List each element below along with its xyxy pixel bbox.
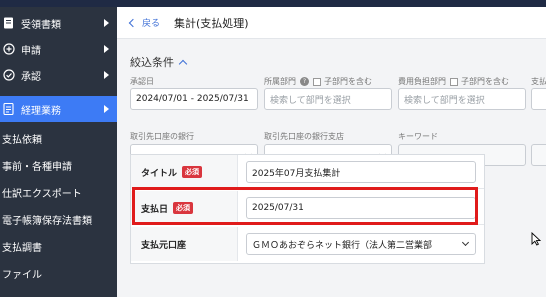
extra-input[interactable] bbox=[531, 144, 546, 166]
cost-department-label-group: 費用負担部門 子部門を含む bbox=[398, 76, 509, 87]
source-account-row: 支払元口座 ＧＭＯあおぞらネット銀行（法人第二営業部 bbox=[131, 227, 484, 261]
page-title: 集計(支払処理) bbox=[174, 17, 249, 30]
sidebar-item-received-documents[interactable]: 受領書類 bbox=[0, 10, 117, 36]
sidebar-subitem-e-book-documents[interactable]: 電子帳簿保存法書類 bbox=[0, 206, 117, 232]
sidebar-subitem-files[interactable]: ファイル bbox=[0, 260, 117, 286]
chevron-up-icon bbox=[178, 59, 188, 68]
help-icon[interactable]: ? bbox=[300, 77, 309, 86]
sidebar: 受領書類 申請 承認 経理業務 支払依頼 事前・各種申請 仕訳エクスポート 電子… bbox=[0, 7, 117, 297]
chevron-down-icon bbox=[461, 238, 470, 247]
approval-date-range-input[interactable]: 2024/07/01 - 2025/07/31 bbox=[130, 88, 258, 110]
sidebar-item-label: 経理業務 bbox=[21, 105, 61, 117]
bank-label: 取引先口座の銀行 bbox=[130, 132, 194, 141]
plus-circle-icon bbox=[2, 43, 15, 56]
branch-label: 取引先口座の銀行支店 bbox=[264, 132, 344, 141]
title-row: タイトル 必須 2025年07月支払集計 bbox=[131, 155, 484, 189]
filter-toggle[interactable]: 絞込条件 bbox=[130, 54, 188, 70]
sidebar-subitem-journal-export[interactable]: 仕訳エクスポート bbox=[0, 179, 117, 205]
chevron-right-icon bbox=[104, 105, 109, 113]
sidebar-item-label: 申請 bbox=[21, 45, 41, 57]
title-input[interactable]: 2025年07月支払集計 bbox=[246, 161, 476, 183]
mouse-cursor-icon bbox=[531, 232, 541, 246]
chevron-right-icon bbox=[104, 71, 109, 79]
approval-date-label: 承認日 bbox=[130, 77, 154, 86]
document-icon bbox=[2, 17, 15, 30]
check-circle-icon bbox=[2, 69, 15, 82]
sidebar-item-accounting[interactable]: 経理業務 bbox=[0, 96, 117, 122]
back-button[interactable]: 戻る bbox=[128, 16, 161, 29]
filter-title: 絞込条件 bbox=[130, 56, 174, 69]
sidebar-item-approve[interactable]: 承認 bbox=[0, 62, 117, 88]
required-badge: 必須 bbox=[182, 166, 203, 178]
department-include-children-label: 子部門を含む bbox=[324, 77, 372, 86]
sidebar-subitem-payment-report[interactable]: 支払調書 bbox=[0, 233, 117, 259]
page-header: 戻る 集計(支払処理) bbox=[117, 7, 546, 39]
main-content: 戻る 集計(支払処理) 絞込条件 承認日 所属部門 ? 子部門を含む 費用負担部… bbox=[117, 7, 546, 297]
payment-label: 支払 bbox=[531, 77, 546, 86]
source-account-value: ＧＭＯあおぞらネット銀行（法人第二営業部 bbox=[252, 240, 433, 251]
cost-department-include-children-checkbox[interactable] bbox=[450, 77, 458, 86]
source-account-label: 支払元口座 bbox=[141, 240, 187, 251]
top-bar bbox=[0, 0, 546, 7]
department-include-children-checkbox[interactable] bbox=[313, 77, 321, 86]
highlight-box bbox=[132, 187, 478, 225]
title-label-cell: タイトル 必須 bbox=[131, 155, 238, 189]
list-icon bbox=[2, 103, 15, 116]
chevron-right-icon bbox=[104, 45, 109, 53]
sidebar-item-apply[interactable]: 申請 bbox=[0, 36, 117, 62]
cost-department-label: 費用負担部門 bbox=[398, 77, 446, 86]
department-search-input[interactable]: 検索して部門を選択 bbox=[264, 88, 392, 110]
cost-department-search-input[interactable]: 検索して部門を選択 bbox=[398, 88, 526, 110]
payment-filter-input[interactable] bbox=[531, 88, 546, 110]
source-account-select[interactable]: ＧＭＯあおぞらネット銀行（法人第二営業部 bbox=[246, 233, 476, 255]
back-label: 戻る bbox=[142, 19, 161, 29]
chevron-left-icon bbox=[128, 18, 138, 27]
keyword-label: キーワード bbox=[398, 132, 438, 141]
title-label: タイトル bbox=[141, 168, 178, 179]
cost-department-include-children-label: 子部門を含む bbox=[461, 77, 509, 86]
source-account-label-cell: 支払元口座 bbox=[131, 227, 238, 261]
sidebar-subitem-pre-application[interactable]: 事前・各種申請 bbox=[0, 152, 117, 178]
department-label-group: 所属部門 ? 子部門を含む bbox=[264, 76, 372, 87]
department-label: 所属部門 bbox=[264, 77, 296, 86]
sidebar-item-label: 承認 bbox=[21, 71, 41, 83]
sidebar-subitem-payment-request[interactable]: 支払依頼 bbox=[0, 125, 117, 151]
chevron-right-icon bbox=[104, 19, 109, 27]
sidebar-item-label: 受領書類 bbox=[21, 19, 61, 31]
